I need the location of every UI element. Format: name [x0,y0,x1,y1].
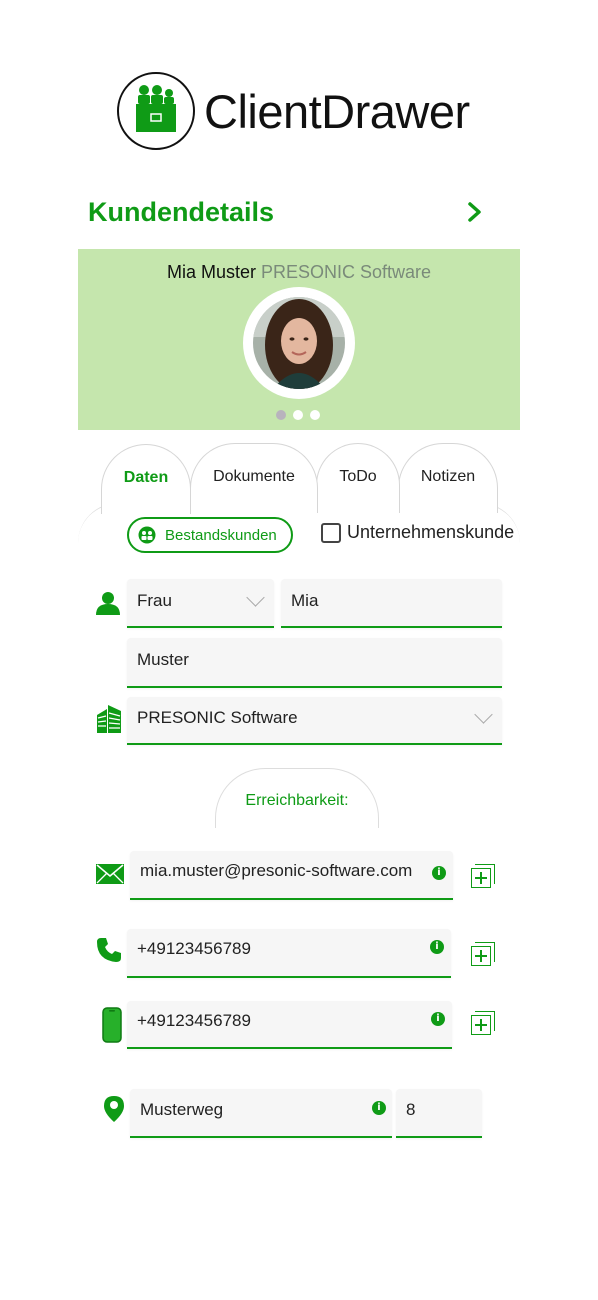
chevron-right-icon[interactable] [462,198,490,226]
customer-banner[interactable]: Mia Muster PRESONIC Software [78,249,520,430]
tab-todo[interactable]: ToDo [316,443,400,513]
info-icon[interactable]: i [430,940,444,954]
last-name-value: Muster [137,650,189,669]
customer-status-label: Bestandskunden [165,527,277,544]
logo-drawer-icon [136,85,176,132]
business-customer-label: Unternehmenskunde [347,522,515,542]
customer-status-button[interactable]: Bestandskunden [127,517,293,553]
phone-value: +49123456789 [137,939,251,958]
phone-icon [96,937,122,968]
mobile-phone-icon [102,1007,122,1048]
carousel-dot-1[interactable] [276,410,286,420]
banner-company-name: PRESONIC Software [260,262,432,282]
street-value: Musterweg [140,1100,224,1119]
info-icon[interactable]: i [372,1101,386,1115]
page-title: Kundendetails [88,197,275,227]
add-phone-icon[interactable] [471,942,495,966]
email-field[interactable]: mia.muster@presonic-software.com i [130,851,453,900]
carousel-dot-3[interactable] [310,410,320,420]
add-mobile-icon[interactable] [471,1011,495,1035]
building-icon [95,703,123,740]
house-number-value: 8 [406,1100,416,1119]
mobile-value: +49123456789 [137,1011,251,1030]
person-icon [94,590,122,621]
contact-section-header: Erreichbarkeit: [215,768,379,828]
salutation-select[interactable]: Frau [127,579,274,628]
email-icon [96,864,124,889]
company-value: PRESONIC Software [137,708,298,727]
mobile-field[interactable]: +49123456789 i [127,1001,452,1049]
tab-notizen[interactable]: Notizen [398,443,498,513]
phone-field[interactable]: +49123456789 i [127,929,451,978]
app-logo-text: ClientDrawer [204,85,470,138]
tab-daten[interactable]: Daten [101,444,191,514]
salutation-value: Frau [137,591,172,610]
banner-title: Mia Muster PRESONIC Software [78,261,520,283]
first-name-input[interactable]: Mia [281,579,502,628]
banner-person-name: Mia Muster [166,262,256,282]
email-value: mia.muster@presonic-software.com [140,861,413,880]
avatar[interactable] [253,297,345,389]
business-customer-checkbox[interactable] [321,523,341,543]
add-email-icon[interactable] [471,864,495,888]
first-name-value: Mia [291,591,319,610]
carousel-dot-2[interactable] [293,410,303,420]
tab-dokumente[interactable]: Dokumente [190,443,318,513]
app-logo [117,72,195,150]
chevron-down-icon [246,588,265,607]
info-icon[interactable]: i [432,866,446,880]
street-field[interactable]: Musterweg i [130,1089,392,1138]
group-icon [138,526,156,544]
location-pin-icon [103,1095,125,1128]
last-name-input[interactable]: Muster [127,638,502,688]
info-icon[interactable]: i [431,1012,445,1026]
house-number-field[interactable]: 8 [396,1089,482,1138]
chevron-down-icon [474,705,493,724]
company-select[interactable]: PRESONIC Software [127,697,502,745]
